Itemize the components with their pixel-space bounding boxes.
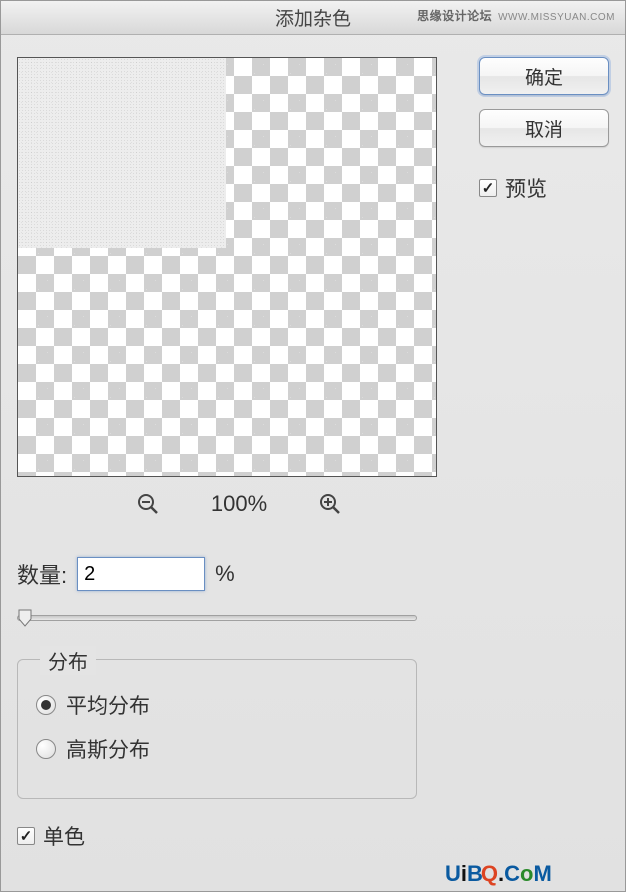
radio-gaussian-label: 高斯分布 [66, 734, 150, 764]
right-column: 确定 取消 预览 [479, 57, 609, 851]
zoom-in-icon [318, 492, 342, 516]
preview-canvas[interactable] [17, 57, 437, 477]
radio-uniform[interactable]: 平均分布 [36, 690, 398, 720]
radio-uniform-indicator [36, 695, 56, 715]
watermark-bottom: UiBQ.CoM [445, 859, 617, 889]
radio-gaussian-indicator [36, 739, 56, 759]
preview-checkbox-row[interactable]: 预览 [479, 173, 609, 203]
amount-label: 数量: [17, 558, 67, 590]
svg-text:UiBQ.CoM: UiBQ.CoM [445, 861, 552, 886]
noise-preview-region [18, 58, 226, 248]
zoom-level-text: 100% [211, 491, 267, 517]
distribution-legend: 分布 [40, 646, 96, 675]
zoom-out-icon [136, 492, 160, 516]
amount-input[interactable] [77, 557, 205, 591]
amount-slider[interactable] [17, 607, 417, 631]
radio-gaussian[interactable]: 高斯分布 [36, 734, 398, 764]
watermark-top: 思缘设计论坛WWW.MISSYUAN.COM [417, 7, 615, 24]
zoom-out-button[interactable] [135, 491, 161, 517]
monochrome-checkbox [17, 827, 35, 845]
distribution-fieldset: 分布 平均分布 高斯分布 [17, 659, 417, 799]
preview-checkbox-label: 预览 [505, 173, 547, 203]
amount-unit: % [215, 561, 235, 587]
monochrome-checkbox-row[interactable]: 单色 [17, 821, 461, 851]
zoom-controls: 100% [17, 491, 461, 517]
cancel-button[interactable]: 取消 [479, 109, 609, 147]
slider-track [17, 615, 417, 621]
left-column: 100% 数量: % [17, 57, 461, 851]
add-noise-dialog: 添加杂色 思缘设计论坛WWW.MISSYUAN.COM 100% [0, 0, 626, 892]
monochrome-label: 单色 [43, 821, 85, 851]
dialog-content: 100% 数量: % [1, 35, 625, 861]
ok-button[interactable]: 确定 [479, 57, 609, 95]
amount-row: 数量: % [17, 557, 461, 591]
slider-thumb[interactable] [17, 609, 33, 627]
zoom-in-button[interactable] [317, 491, 343, 517]
dialog-title: 添加杂色 [275, 4, 351, 31]
preview-checkbox [479, 179, 497, 197]
watermark-logo-icon: UiBQ.CoM [445, 859, 617, 889]
radio-uniform-label: 平均分布 [66, 690, 150, 720]
